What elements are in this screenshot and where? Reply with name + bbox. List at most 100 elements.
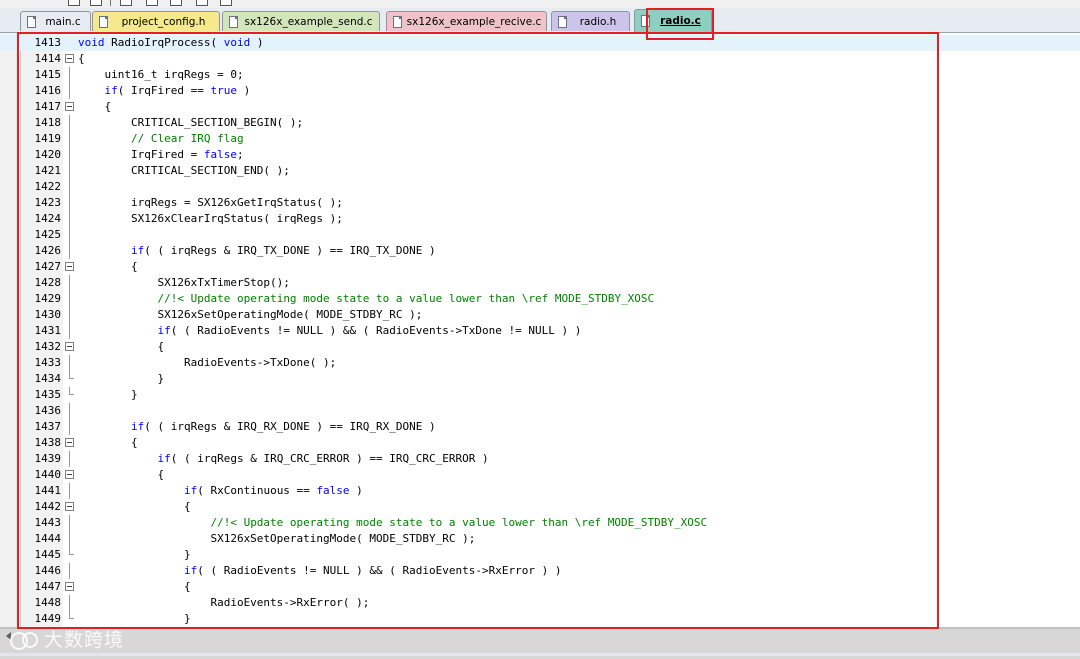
code-text[interactable]: { (78, 579, 191, 595)
code-text[interactable]: } (78, 547, 191, 563)
tab-label: sx126x_example_send.c (244, 15, 373, 28)
code-text[interactable]: { (78, 259, 138, 275)
code-line[interactable]: 1429 //!< Update operating mode state to… (0, 291, 1080, 307)
code-line[interactable]: 1439 if( ( irqRegs & IRQ_CRC_ERROR ) == … (0, 451, 1080, 467)
code-text[interactable]: if( ( RadioEvents != NULL ) && ( RadioEv… (78, 563, 562, 579)
toolbar-icon[interactable] (120, 0, 132, 6)
fold-end-marker (64, 611, 76, 627)
code-line[interactable]: 1413 void RadioIrqProcess( void ) (0, 35, 1080, 51)
code-line[interactable]: 1435 } (0, 387, 1080, 403)
fold-guide (64, 115, 76, 131)
code-text[interactable]: } (78, 387, 138, 403)
toolbar-icon[interactable] (146, 0, 158, 6)
code-text[interactable]: SX126xClearIrqStatus( irqRegs ); (78, 211, 343, 227)
code-text[interactable]: if( ( irqRegs & IRQ_CRC_ERROR ) == IRQ_C… (78, 451, 488, 467)
code-line[interactable]: 1447 { (0, 579, 1080, 595)
code-line[interactable]: 1421 CRITICAL_SECTION_END( ); (0, 163, 1080, 179)
code-text[interactable]: SX126xSetOperatingMode( MODE_STDBY_RC ); (78, 307, 422, 323)
code-line[interactable]: 1448 RadioEvents->RxError( ); (0, 595, 1080, 611)
code-text[interactable]: { (78, 51, 85, 67)
code-line[interactable]: 1441 if( RxContinuous == false ) (0, 483, 1080, 499)
tab-sx126x-example-recive-c[interactable]: sx126x_example_recive.c (386, 11, 547, 31)
code-line[interactable]: 1415 uint16_t irqRegs = 0; (0, 67, 1080, 83)
code-line[interactable]: 1426 if( ( irqRegs & IRQ_TX_DONE ) == IR… (0, 243, 1080, 259)
code-text[interactable]: void RadioIrqProcess( void ) (78, 35, 263, 51)
code-text[interactable]: // Clear IRQ flag (78, 131, 244, 147)
code-line[interactable]: 1437 if( ( irqRegs & IRQ_RX_DONE ) == IR… (0, 419, 1080, 435)
toolbar-icon[interactable] (170, 0, 182, 6)
code-text[interactable]: CRITICAL_SECTION_BEGIN( ); (78, 115, 303, 131)
code-line[interactable]: 1431 if( ( RadioEvents != NULL ) && ( Ra… (0, 323, 1080, 339)
code-line[interactable]: 1444 SX126xSetOperatingMode( MODE_STDBY_… (0, 531, 1080, 547)
code-line[interactable]: 1440 { (0, 467, 1080, 483)
code-text[interactable]: if( RxContinuous == false ) (78, 483, 363, 499)
code-editor[interactable]: 1413 void RadioIrqProcess( void ) 1414 {141… (0, 33, 1080, 627)
code-line[interactable]: 1436 (0, 403, 1080, 419)
code-text[interactable]: uint16_t irqRegs = 0; (78, 67, 243, 83)
code-text[interactable]: if( ( irqRegs & IRQ_TX_DONE ) == IRQ_TX_… (78, 243, 436, 259)
code-line[interactable]: 1449 } (0, 611, 1080, 627)
code-text[interactable]: CRITICAL_SECTION_END( ); (78, 163, 290, 179)
code-text[interactable]: if( ( irqRegs & IRQ_RX_DONE ) == IRQ_RX_… (78, 419, 436, 435)
code-line[interactable]: 1432 { (0, 339, 1080, 355)
code-text[interactable]: { (78, 99, 111, 115)
code-text[interactable]: if( ( RadioEvents != NULL ) && ( RadioEv… (78, 323, 581, 339)
fold-guide (64, 83, 76, 99)
code-line[interactable]: 1423 irqRegs = SX126xGetIrqStatus( ); (0, 195, 1080, 211)
fold-toggle-icon[interactable] (64, 499, 76, 515)
code-text[interactable]: RadioEvents->RxError( ); (78, 595, 369, 611)
code-line[interactable]: 1414 { (0, 51, 1080, 67)
code-line[interactable]: 1418 CRITICAL_SECTION_BEGIN( ); (0, 115, 1080, 131)
code-text[interactable]: SX126xTxTimerStop(); (78, 275, 289, 291)
fold-toggle-icon[interactable] (64, 339, 76, 355)
line-number: 1418 (34, 116, 62, 129)
tab-main-c[interactable]: main.c (20, 11, 91, 31)
code-text[interactable]: } (78, 371, 164, 387)
code-line[interactable]: 1416 if( IrqFired == true ) (0, 83, 1080, 99)
code-line[interactable]: 1417 { (0, 99, 1080, 115)
code-text[interactable]: { (78, 435, 138, 451)
fold-toggle-icon[interactable] (64, 259, 76, 275)
code-line[interactable]: 1420 IrqFired = false; (0, 147, 1080, 163)
code-text[interactable]: { (78, 499, 191, 515)
line-number: 1422 (34, 180, 62, 193)
code-line[interactable]: 1443 //!< Update operating mode state to… (0, 515, 1080, 531)
code-text[interactable]: irqRegs = SX126xGetIrqStatus( ); (78, 195, 343, 211)
code-line[interactable]: 1433 RadioEvents->TxDone( ); (0, 355, 1080, 371)
tab-project-config-h[interactable]: project_config.h (92, 11, 220, 31)
code-line[interactable]: 1422 (0, 179, 1080, 195)
code-text[interactable]: //!< Update operating mode state to a va… (78, 515, 707, 531)
fold-toggle-icon[interactable] (64, 435, 76, 451)
code-text[interactable]: RadioEvents->TxDone( ); (78, 355, 336, 371)
code-line[interactable]: 1434 } (0, 371, 1080, 387)
tab-radio-h[interactable]: radio.h (551, 11, 630, 31)
code-text[interactable]: } (78, 611, 191, 627)
code-line[interactable]: 1446 if( ( RadioEvents != NULL ) && ( Ra… (0, 563, 1080, 579)
code-text[interactable]: { (78, 467, 164, 483)
tab-radio-c[interactable]: radio.c (634, 9, 712, 32)
toolbar-icon[interactable] (90, 0, 102, 6)
code-line[interactable]: 1427 { (0, 259, 1080, 275)
fold-toggle-icon[interactable] (64, 51, 76, 67)
toolbar-icon[interactable] (220, 0, 232, 6)
code-line[interactable]: 1438 { (0, 435, 1080, 451)
code-line[interactable]: 1430 SX126xSetOperatingMode( MODE_STDBY_… (0, 307, 1080, 323)
code-line[interactable]: 1428 SX126xTxTimerStop(); (0, 275, 1080, 291)
fold-toggle-icon[interactable] (64, 467, 76, 483)
code-text[interactable]: { (78, 339, 164, 355)
code-line[interactable]: 1419 // Clear IRQ flag (0, 131, 1080, 147)
fold-toggle-icon[interactable] (64, 579, 76, 595)
toolbar-icon[interactable] (196, 0, 208, 6)
code-line[interactable]: 1442 { (0, 499, 1080, 515)
code-text[interactable]: //!< Update operating mode state to a va… (78, 291, 654, 307)
fold-toggle-icon[interactable] (64, 99, 76, 115)
horizontal-scrollbar-track[interactable] (0, 627, 1080, 629)
code-line[interactable]: 1425 (0, 227, 1080, 243)
code-text[interactable]: IrqFired = false; (78, 147, 244, 163)
code-line[interactable]: 1424 SX126xClearIrqStatus( irqRegs ); (0, 211, 1080, 227)
code-text[interactable]: if( IrqFired == true ) (78, 83, 251, 99)
tab-sx126x-example-send-c[interactable]: sx126x_example_send.c (222, 11, 380, 31)
toolbar-icon[interactable] (68, 0, 80, 6)
code-line[interactable]: 1445 } (0, 547, 1080, 563)
code-text[interactable]: SX126xSetOperatingMode( MODE_STDBY_RC ); (78, 531, 475, 547)
